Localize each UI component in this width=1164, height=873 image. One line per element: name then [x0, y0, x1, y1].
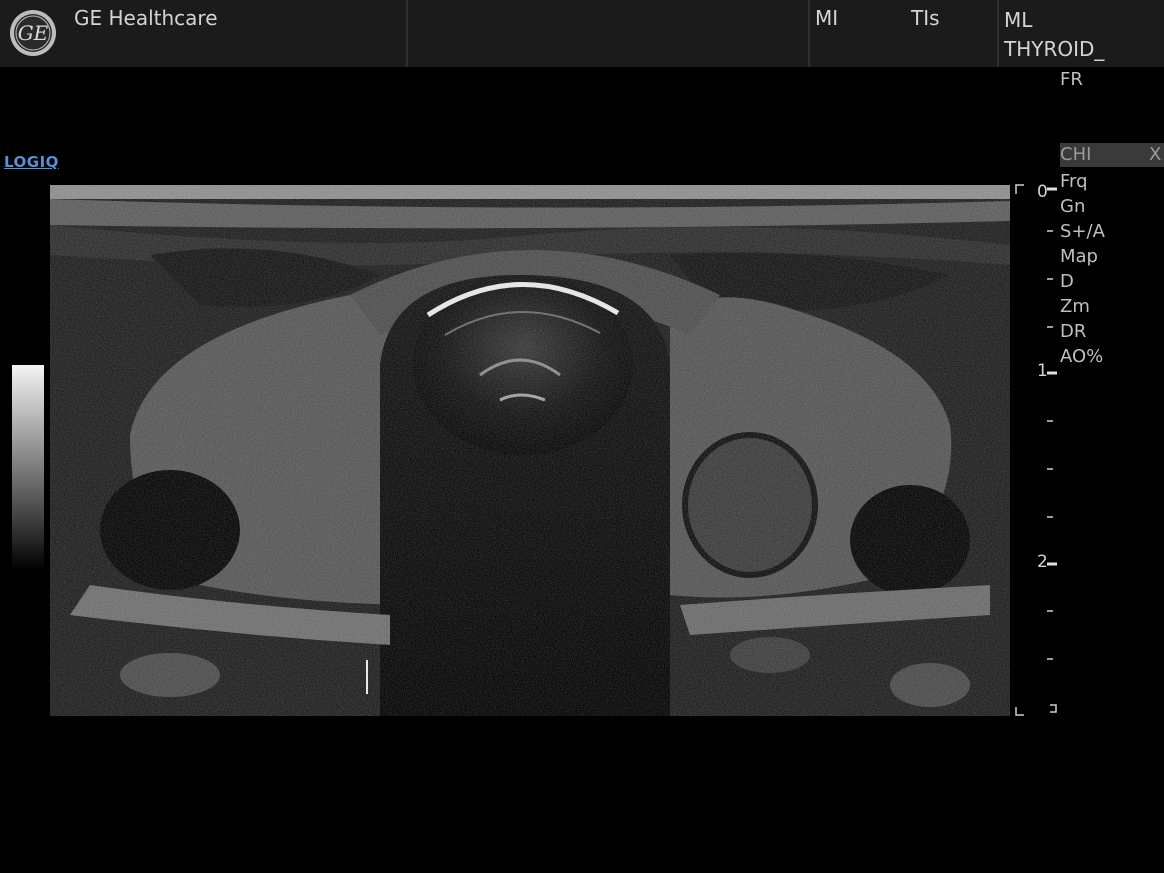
preset-block: ML THYROID_	[1004, 6, 1104, 64]
header-divider	[997, 0, 999, 67]
ml-label: ML	[1004, 8, 1033, 32]
depth-label-1: 1	[1037, 361, 1048, 381]
chi-mode-label: CHI	[1060, 144, 1092, 165]
grayscale-bar-icon	[12, 365, 44, 570]
cursor-marker[interactable]	[366, 660, 368, 694]
header-divider	[406, 0, 408, 67]
ge-logo-icon: GE	[10, 10, 56, 56]
tis-label: TIs	[911, 6, 940, 30]
ultrasound-image[interactable]	[50, 185, 1010, 716]
depth-label-2: 2	[1037, 552, 1048, 572]
frame-rate-label: FR	[1060, 69, 1083, 90]
top-header-bar: GE GE Healthcare MI TIs ML THYROID_	[0, 0, 1164, 67]
mi-label: MI	[815, 6, 839, 30]
header-divider	[808, 0, 810, 67]
depth-scale: 0 1 2	[1015, 182, 1057, 716]
logo-text: GE	[18, 21, 49, 45]
brand-title: GE Healthcare	[74, 6, 218, 30]
depth-label-0: 0	[1037, 182, 1048, 202]
chi-close-button[interactable]: X	[1149, 144, 1161, 165]
logiq-link[interactable]: LOGIQ	[4, 153, 59, 171]
preset-name: THYROID_	[1004, 37, 1105, 61]
